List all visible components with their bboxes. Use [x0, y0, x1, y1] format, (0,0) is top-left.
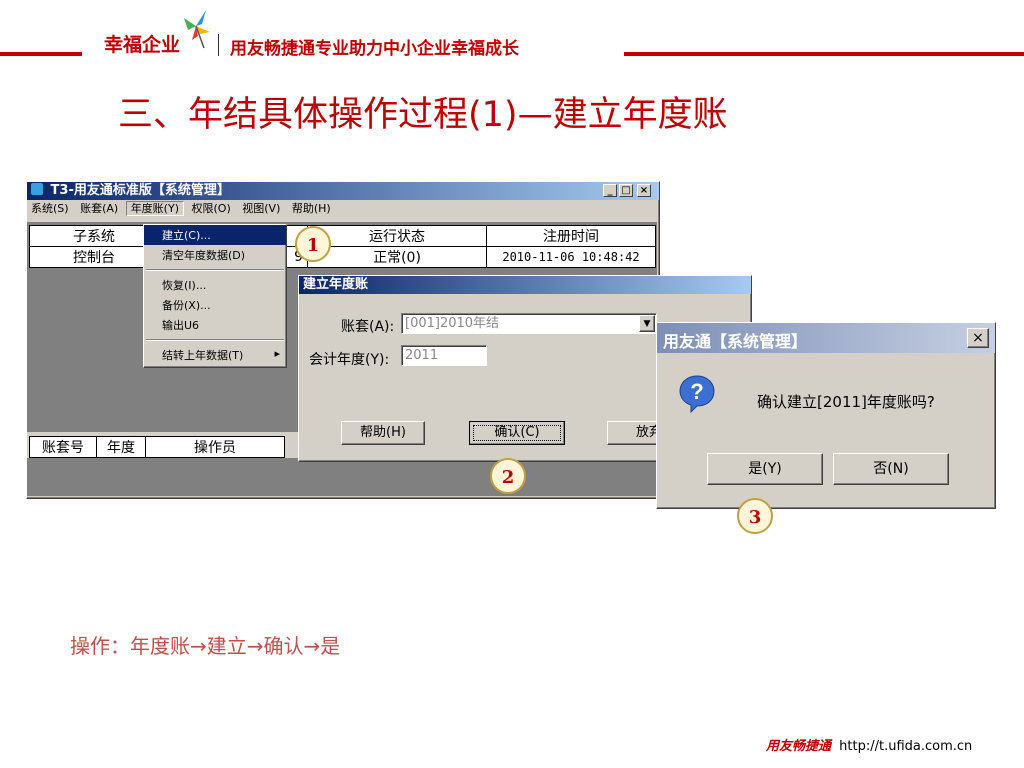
account-label: 账套(A):	[341, 319, 395, 335]
menu-item-create[interactable]: 建立(C)...	[144, 225, 286, 245]
menu-permission[interactable]: 权限(O)	[188, 202, 235, 215]
annual-account-dropdown: 建立(C)... 清空年度数据(D) 恢复(I)... 备份(X)... 输出U…	[143, 224, 287, 368]
column-header-status[interactable]: 运行状态	[307, 225, 487, 247]
confirm-dialog-title: 用友通【系统管理】	[663, 332, 808, 351]
minimize-button[interactable]: _	[603, 184, 617, 197]
menu-item-backup[interactable]: 备份(X)...	[144, 295, 286, 315]
main-window-titlebar: T3-用友通标准版【系统管理】 _ □ ×	[27, 182, 659, 200]
menu-item-carry-forward[interactable]: 结转上年数据(T) ▸	[144, 345, 286, 365]
column-header-operator[interactable]: 操作员	[145, 436, 285, 458]
menu-annual-account[interactable]: 年度账(Y)	[125, 201, 184, 216]
header-line-left	[0, 52, 82, 56]
table-row[interactable]: 控制台 9 正常(0) 2010-11-06 10:48:42	[29, 246, 656, 268]
step-marker-1: 1	[295, 226, 331, 262]
app-icon	[31, 183, 43, 195]
subsystem-table: 子系统 运行状态 注册时间 控制台 9 正常(0) 2010-11-06 10:…	[29, 225, 656, 268]
cell-time: 2010-11-06 10:48:42	[486, 246, 656, 268]
question-icon: ?	[679, 375, 715, 413]
svg-text:?: ?	[690, 379, 703, 404]
column-header-time[interactable]: 注册时间	[486, 225, 656, 247]
help-button[interactable]: 帮助(H)	[341, 421, 425, 445]
confirm-button[interactable]: 确认(C)	[469, 421, 565, 445]
menu-item-clear-year-data[interactable]: 清空年度数据(D)	[144, 245, 286, 265]
menu-system[interactable]: 系统(S)	[27, 202, 73, 215]
menu-help[interactable]: 帮助(H)	[288, 202, 335, 215]
close-icon[interactable]: ×	[967, 328, 989, 348]
pinwheel-logo-icon	[184, 10, 210, 49]
header-line-right	[624, 52, 1024, 56]
footer: 用友畅捷通 http://t.ufida.com.cn	[766, 735, 972, 754]
menu-divider	[146, 269, 284, 271]
column-header-year[interactable]: 年度	[96, 436, 146, 458]
account-table: 账套号 年度 操作员	[29, 436, 285, 458]
confirm-dialog-titlebar: 用友通【系统管理】 ×	[657, 323, 995, 353]
footer-url[interactable]: http://t.ufida.com.cn	[839, 739, 972, 754]
confirm-dialog: 用友通【系统管理】 × ? 确认建立[2011]年度账吗? 是(Y) 否(N)	[656, 322, 996, 509]
account-select-value: [001]2010年结	[405, 316, 500, 331]
menu-item-restore[interactable]: 恢复(I)...	[144, 275, 286, 295]
menu-account[interactable]: 账套(A)	[76, 202, 122, 215]
menu-item-carry-forward-label: 结转上年数据(T)	[162, 349, 244, 362]
close-button[interactable]: ×	[637, 184, 651, 197]
bottom-area	[27, 458, 657, 496]
yes-button[interactable]: 是(Y)	[707, 453, 823, 485]
submenu-arrow-icon: ▸	[274, 347, 280, 360]
account-select[interactable]: [001]2010年结 ▼	[401, 313, 657, 334]
main-window-title: T3-用友通标准版【系统管理】	[50, 183, 230, 198]
menu-view[interactable]: 视图(V)	[238, 202, 284, 215]
header-separator	[218, 34, 219, 56]
operation-note: 操作：年度账→建立→确认→是	[70, 634, 341, 658]
cell-status: 正常(0)	[307, 246, 487, 268]
menu-divider	[146, 339, 284, 341]
year-label: 会计年度(Y):	[309, 352, 390, 368]
maximize-button[interactable]: □	[619, 184, 633, 197]
column-header-subsystem[interactable]: 子系统	[29, 225, 159, 247]
cell-subsystem: 控制台	[29, 246, 159, 268]
no-button[interactable]: 否(N)	[833, 453, 949, 485]
footer-brand: 用友畅捷通	[766, 739, 832, 754]
fiscal-year-input[interactable]: 2011	[401, 345, 487, 366]
header-tagline: 用友畅捷通专业助力中小企业幸福成长	[230, 39, 519, 59]
slide-title: 三、年结具体操作过程(1)—建立年度账	[118, 95, 728, 135]
menu-item-export-u6[interactable]: 输出U6	[144, 315, 286, 335]
step-marker-2: 2	[490, 458, 526, 494]
brand-text: 幸福企业	[104, 34, 181, 56]
create-dialog-titlebar: 建立年度账	[299, 276, 751, 294]
step-marker-3: 3	[737, 498, 773, 534]
chevron-down-icon[interactable]: ▼	[639, 315, 655, 332]
column-header-account-no[interactable]: 账套号	[29, 436, 97, 458]
confirm-message: 确认建立[2011]年度账吗?	[757, 393, 935, 411]
menu-bar: 系统(S) 账套(A) 年度账(Y) 权限(O) 视图(V) 帮助(H)	[27, 200, 659, 218]
